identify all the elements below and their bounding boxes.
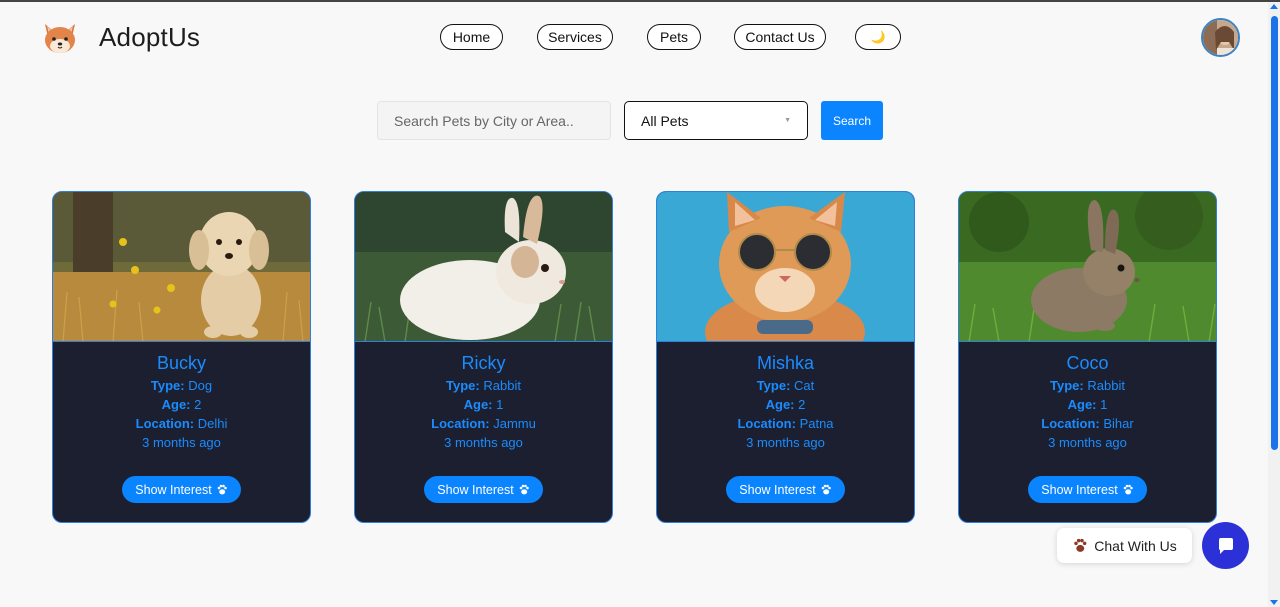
cat-photo [657,192,914,342]
pet-age-value: 1 [496,397,504,412]
scroll-down-arrow-icon[interactable] [1270,600,1278,605]
chat-open-button[interactable] [1202,522,1249,569]
shiba-logo-icon[interactable] [40,18,80,58]
pet-type-value: Dog [188,378,213,393]
pet-card-body: Bucky Type: Dog Age: 2 Location: Delhi 3… [53,342,310,452]
pet-card: Mishka Type: Cat Age: 2 Location: Patna … [656,191,915,523]
pet-location: Location: Delhi [53,414,310,433]
rabbit-photo [959,192,1216,342]
pet-type: Type: Rabbit [959,376,1216,395]
moon-icon: 🌙 [870,30,886,44]
pet-age-value: 2 [798,397,806,412]
pet-type-select-value: All Pets [641,112,689,129]
pet-age: Age: 2 [53,395,310,414]
pet-type: Type: Cat [657,376,914,395]
pet-card: Coco Type: Rabbit Age: 1 Location: Bihar… [958,191,1217,523]
paw-icon [519,484,529,494]
show-interest-button[interactable]: Show Interest [424,476,543,503]
pet-name: Ricky [461,353,506,373]
dog-photo [53,192,310,342]
pet-location-label: Location: [1041,416,1100,431]
paw-icon [1123,484,1133,494]
show-interest-label: Show Interest [739,482,816,497]
pet-location-label: Location: [737,416,796,431]
show-interest-label: Show Interest [437,482,514,497]
pet-type-label: Type: [446,378,480,393]
pet-type-label: Type: [150,378,185,393]
pet-age-label: Age: [765,397,795,412]
pet-age-label: Age: [161,397,191,412]
pet-posted-time: 3 months ago [746,435,825,450]
pet-location-value: Bihar [1103,416,1134,431]
pet-location-value: Delhi [197,416,228,431]
nav-services-link[interactable]: Services [537,24,613,50]
search-input[interactable] [377,101,611,140]
scroll-up-arrow-icon[interactable] [1270,4,1278,9]
pet-posted-time: 3 months ago [142,435,221,450]
pet-name: Coco [1066,353,1109,373]
pet-age-value: 1 [1100,397,1108,412]
paw-icon [217,484,227,494]
pet-type-select[interactable]: All Pets ▼ [624,101,808,140]
pet-location-value: Patna [799,416,834,431]
theme-toggle-button[interactable]: 🌙 [855,24,901,50]
pet-location: Location: Patna [657,414,914,433]
rabbit-photo [355,192,612,342]
brand-name[interactable]: AdoptUs [99,22,200,53]
pet-location-label: Location: [431,416,490,431]
pet-age: Age: 1 [959,395,1216,414]
chat-with-us-text: Chat With Us [1094,537,1177,554]
pet-name: Mishka [756,353,814,373]
chat-bubble-icon [1218,537,1233,554]
pet-age-label: Age: [463,397,493,412]
pet-age: Age: 1 [355,395,612,414]
pet-location-value: Jammu [493,416,536,431]
caret-down-icon: ▼ [784,117,791,124]
pet-posted-time: 3 months ago [444,435,523,450]
pet-type-label: Type: [1050,378,1084,393]
pet-posted-time: 3 months ago [1048,435,1127,450]
pet-type: Type: Rabbit [355,376,612,395]
pet-location: Location: Bihar [959,414,1216,433]
search-button[interactable]: Search [821,101,883,140]
pet-type-value: Rabbit [483,378,521,393]
nav-home-link[interactable]: Home [440,24,503,50]
user-avatar[interactable] [1201,18,1240,57]
nav-contact-link[interactable]: Contact Us [734,24,826,50]
pet-age: Age: 2 [657,395,914,414]
pet-age-value: 2 [194,397,202,412]
show-interest-label: Show Interest [1041,482,1118,497]
pet-age-label: Age: [1067,397,1097,412]
pet-location-label: Location: [135,416,195,431]
pet-type-value: Rabbit [1087,378,1125,393]
pet-name: Bucky [156,353,207,373]
pet-card: Bucky Type: Dog Age: 2 Location: Delhi 3… [52,191,311,523]
pet-card-body: Ricky Type: Rabbit Age: 1 Location: Jamm… [355,342,612,452]
pet-location: Location: Jammu [355,414,612,433]
nav-pets-link[interactable]: Pets [647,24,701,50]
show-interest-button[interactable]: Show Interest [726,476,845,503]
paw-icon [1074,538,1087,552]
navbar: AdoptUs Home Services Pets Contact Us 🌙 [0,2,1268,78]
pet-card: Ricky Type: Rabbit Age: 1 Location: Jamm… [354,191,613,523]
pet-card-body: Coco Type: Rabbit Age: 1 Location: Bihar… [959,342,1216,452]
pet-type-label: Type: [756,378,791,393]
show-interest-label: Show Interest [135,482,212,497]
pet-type: Type: Dog [53,376,310,395]
paw-icon [821,484,831,494]
show-interest-button[interactable]: Show Interest [122,476,241,503]
pet-type-value: Cat [794,378,815,393]
chat-with-us-label[interactable]: Chat With Us [1057,528,1192,563]
scrollbar-thumb[interactable] [1271,16,1278,450]
pet-card-body: Mishka Type: Cat Age: 2 Location: Patna … [657,342,914,452]
show-interest-button[interactable]: Show Interest [1028,476,1147,503]
